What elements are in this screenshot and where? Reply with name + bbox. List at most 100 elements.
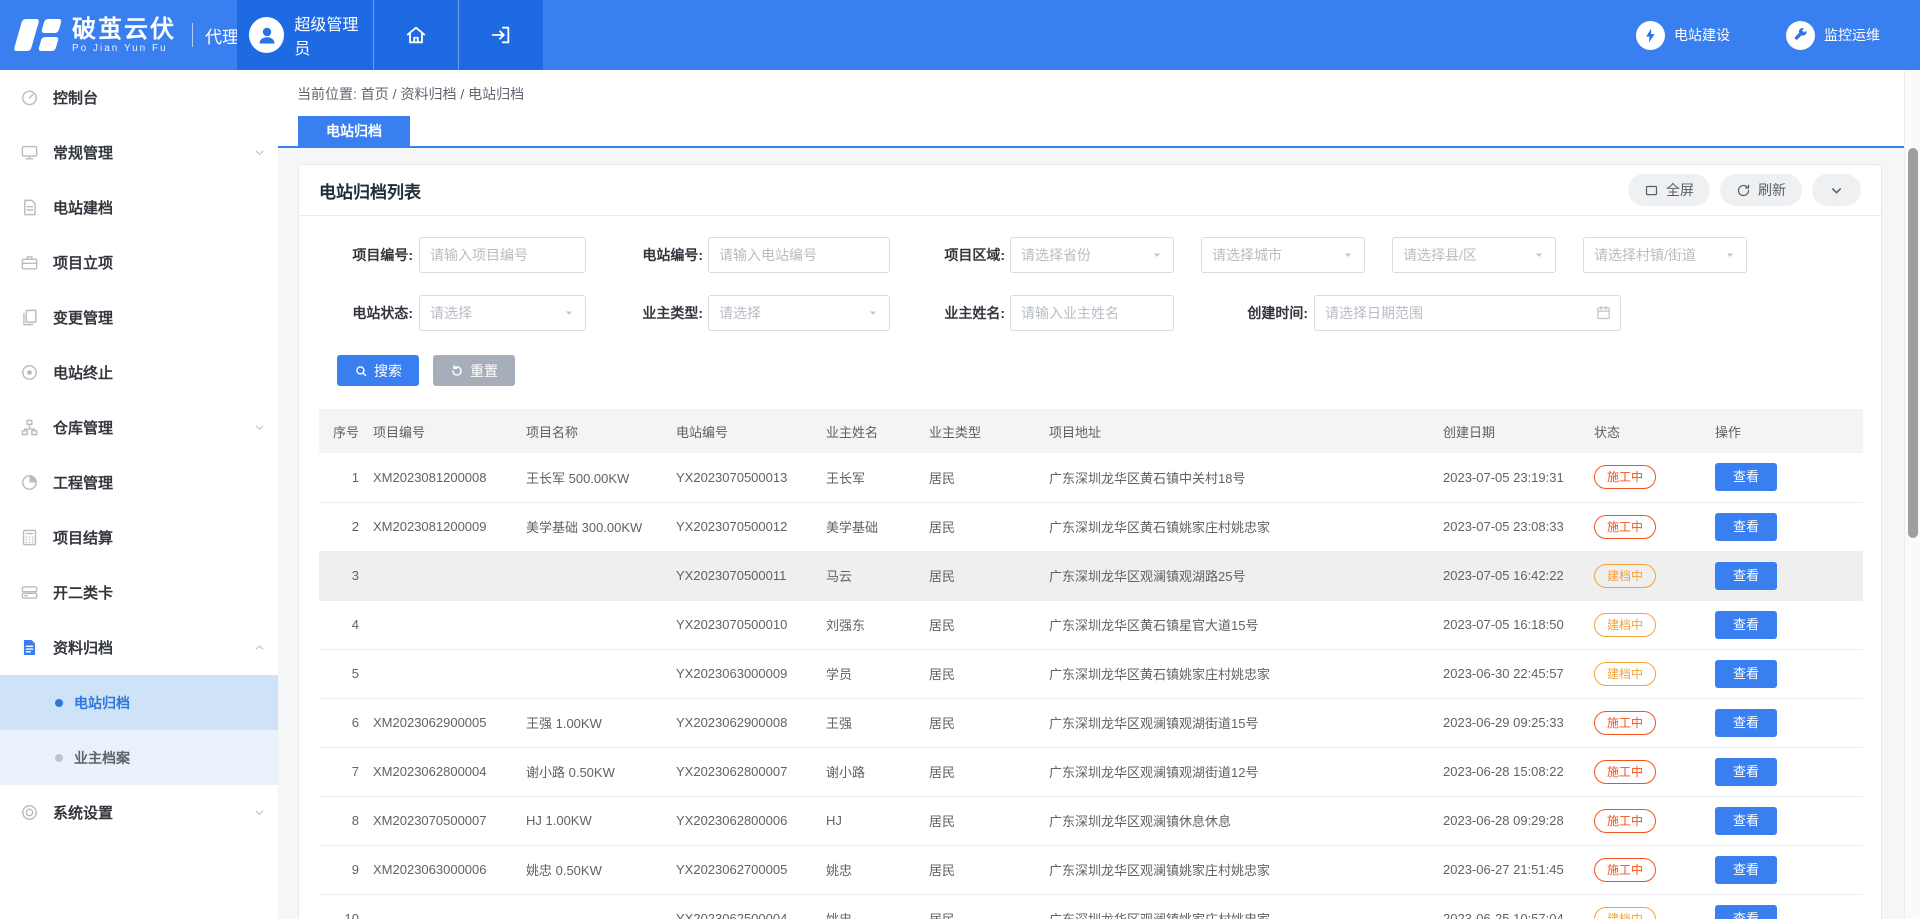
scrollbar-thumb[interactable] bbox=[1908, 148, 1918, 538]
sidebar-item-label: 仓库管理 bbox=[53, 417, 113, 438]
station-status-value: 请选择 bbox=[430, 303, 563, 323]
sidebar-item-station-termination[interactable]: 电站终止 bbox=[0, 345, 278, 400]
table-cell: YX2023062500004 bbox=[676, 894, 826, 919]
table-cell: 居民 bbox=[929, 747, 1049, 796]
district-select[interactable]: 请选择县/区 bbox=[1392, 237, 1556, 273]
sidebar-item-data-archive[interactable]: 资料归档 bbox=[0, 620, 278, 675]
owner-type-select[interactable]: 请选择 bbox=[708, 295, 890, 331]
filter-actions: 搜索 重置 bbox=[337, 355, 515, 386]
sidebar-item-label: 项目结算 bbox=[53, 527, 113, 548]
divider bbox=[192, 23, 193, 47]
view-button[interactable]: 查看 bbox=[1715, 758, 1777, 786]
toplink-label: 监控运维 bbox=[1824, 25, 1880, 45]
caret-down-icon bbox=[1724, 249, 1736, 261]
table-cell: 学员 bbox=[826, 649, 929, 698]
sidebar-item-label: 电站建档 bbox=[53, 197, 113, 218]
sidebar-subitem-owner-archive[interactable]: 业主档案 bbox=[0, 730, 278, 785]
calendar-icon bbox=[1595, 304, 1612, 326]
table-cell: 2 bbox=[319, 502, 373, 551]
topbar-links: 电站建设 监控运维 bbox=[1636, 0, 1880, 70]
action-cell: 查看 bbox=[1715, 845, 1863, 894]
view-button[interactable]: 查看 bbox=[1715, 709, 1777, 737]
table-cell: 王强 1.00KW bbox=[526, 698, 676, 747]
table-cell: XM2023062900005 bbox=[373, 698, 526, 747]
filter-row-2: 电站状态: 请选择 业主类型: 请选择 业主姓名: 创建时间: bbox=[319, 295, 1863, 331]
view-button[interactable]: 查看 bbox=[1715, 856, 1777, 884]
table-cell: 8 bbox=[319, 796, 373, 845]
collapse-button[interactable] bbox=[1812, 174, 1861, 206]
archive-icon bbox=[20, 637, 42, 659]
table-cell: 广东深圳龙华区观澜镇观湖街道15号 bbox=[1049, 698, 1443, 747]
province-select[interactable]: 请选择省份 bbox=[1010, 237, 1174, 273]
table-cell: 2023-06-27 21:51:45 bbox=[1443, 845, 1594, 894]
sidebar-item-card-opening[interactable]: 开二类卡 bbox=[0, 565, 278, 620]
table-cell: HJ 1.00KW bbox=[526, 796, 676, 845]
sidebar-subitem-station-archive[interactable]: 电站归档 bbox=[0, 675, 278, 730]
logout-button[interactable] bbox=[458, 0, 543, 70]
table-cell bbox=[526, 551, 676, 600]
table-row: 10YX2023062500004姚忠居民广东深圳龙华区观澜镇姚家庄村姚忠家20… bbox=[319, 894, 1863, 919]
main-content: 当前位置: 首页 / 资料归档 / 电站归档 电站归档 电站归档列表 全屏 刷新 bbox=[278, 70, 1920, 919]
view-button[interactable]: 查看 bbox=[1715, 807, 1777, 835]
fullscreen-icon bbox=[1644, 183, 1659, 198]
user-menu[interactable]: 超级管理员 bbox=[237, 0, 373, 70]
calculator-icon bbox=[20, 527, 42, 549]
view-button[interactable]: 查看 bbox=[1715, 660, 1777, 688]
breadcrumb-path: 首页 / 资料归档 / 电站归档 bbox=[361, 86, 524, 102]
sidebar-item-general-management[interactable]: 常规管理 bbox=[0, 125, 278, 180]
create-time-label: 创建时间: bbox=[1194, 295, 1308, 331]
sidebar-item-station-filing[interactable]: 电站建档 bbox=[0, 180, 278, 235]
gauge-icon bbox=[20, 87, 42, 109]
sidebar-item-system-settings[interactable]: 系统设置 bbox=[0, 785, 278, 840]
table-cell: 美学基础 300.00KW bbox=[526, 502, 676, 551]
owner-name-input[interactable] bbox=[1010, 295, 1174, 331]
col-seq: 序号 bbox=[319, 409, 373, 453]
sidebar-item-engineering-management[interactable]: 工程管理 bbox=[0, 455, 278, 510]
sidebar-item-label: 控制台 bbox=[53, 87, 98, 108]
town-select[interactable]: 请选择村镇/街道 bbox=[1583, 237, 1747, 273]
scrollbar[interactable] bbox=[1904, 70, 1920, 919]
sidebar-item-warehouse-management[interactable]: 仓库管理 bbox=[0, 400, 278, 455]
view-button[interactable]: 查看 bbox=[1715, 611, 1777, 639]
table-cell: 广东深圳龙华区黄石镇中关村18号 bbox=[1049, 453, 1443, 502]
toplink-monitoring-ops[interactable]: 监控运维 bbox=[1786, 21, 1880, 50]
view-button[interactable]: 查看 bbox=[1715, 562, 1777, 590]
panel-card: 电站归档列表 全屏 刷新 bbox=[298, 164, 1882, 919]
pie-icon bbox=[20, 472, 42, 494]
action-cell: 查看 bbox=[1715, 649, 1863, 698]
project-no-input[interactable] bbox=[419, 237, 586, 273]
fullscreen-button[interactable]: 全屏 bbox=[1628, 174, 1710, 206]
tab-station-archive[interactable]: 电站归档 bbox=[298, 116, 410, 146]
station-no-input[interactable] bbox=[708, 237, 890, 273]
create-time-input[interactable] bbox=[1314, 295, 1621, 331]
region-label: 项目区域: bbox=[890, 237, 1005, 273]
city-select[interactable]: 请选择城市 bbox=[1201, 237, 1365, 273]
caret-down-icon bbox=[1342, 249, 1354, 261]
reset-button[interactable]: 重置 bbox=[433, 355, 515, 386]
refresh-button[interactable]: 刷新 bbox=[1720, 174, 1802, 206]
search-button[interactable]: 搜索 bbox=[337, 355, 419, 386]
table-cell: 广东深圳龙华区观澜镇观湖街道12号 bbox=[1049, 747, 1443, 796]
table-cell: YX2023062900008 bbox=[676, 698, 826, 747]
panel-title: 电站归档列表 bbox=[319, 178, 421, 203]
province-select-value: 请选择省份 bbox=[1021, 245, 1151, 265]
owner-type-value: 请选择 bbox=[719, 303, 867, 323]
sidebar-item-change-management[interactable]: 变更管理 bbox=[0, 290, 278, 345]
caret-down-icon bbox=[563, 307, 575, 319]
toplink-station-construction[interactable]: 电站建设 bbox=[1636, 21, 1730, 50]
sidebar-item-dashboard[interactable]: 控制台 bbox=[0, 70, 278, 125]
view-button[interactable]: 查看 bbox=[1715, 463, 1777, 491]
sidebar-item-label: 开二类卡 bbox=[53, 582, 113, 603]
table-cell bbox=[526, 600, 676, 649]
view-button[interactable]: 查看 bbox=[1715, 513, 1777, 541]
home-button[interactable] bbox=[373, 0, 458, 70]
chevron-down-icon bbox=[1829, 183, 1844, 198]
sidebar-item-project-initiation[interactable]: 项目立项 bbox=[0, 235, 278, 290]
sidebar-item-label: 系统设置 bbox=[53, 802, 113, 823]
station-status-select[interactable]: 请选择 bbox=[419, 295, 586, 331]
logout-icon bbox=[490, 24, 512, 46]
table-cell: 居民 bbox=[929, 551, 1049, 600]
sidebar-item-label: 电站终止 bbox=[53, 362, 113, 383]
view-button[interactable]: 查看 bbox=[1715, 905, 1777, 919]
sidebar-item-project-settlement[interactable]: 项目结算 bbox=[0, 510, 278, 565]
